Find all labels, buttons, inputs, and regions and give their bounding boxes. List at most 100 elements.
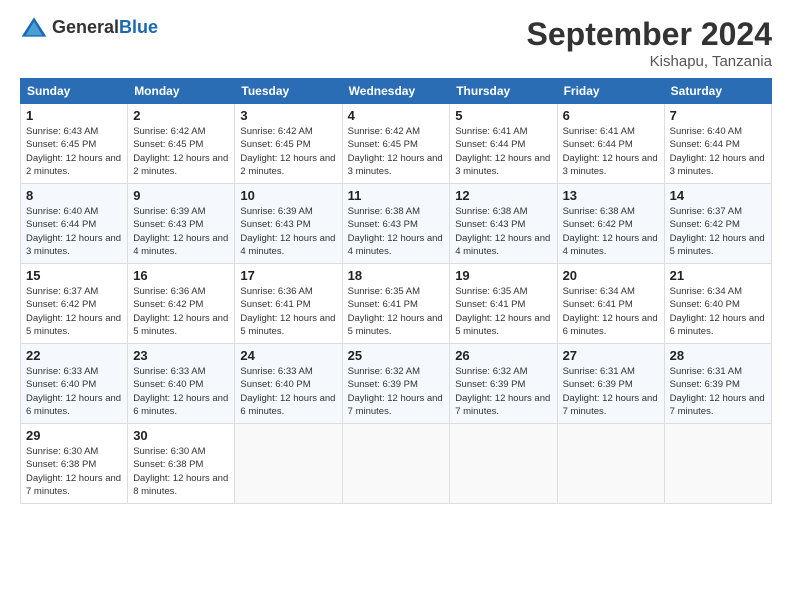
table-row: 19 Sunrise: 6:35 AMSunset: 6:41 PMDayligh… — [450, 264, 557, 344]
logo-general-text: General — [52, 17, 119, 37]
location-title: Kishapu, Tanzania — [527, 53, 772, 70]
day-info: Sunrise: 6:36 AMSunset: 6:41 PMDaylight:… — [240, 286, 335, 337]
calendar-row-2: 8 Sunrise: 6:40 AMSunset: 6:44 PMDaylight… — [21, 184, 772, 264]
logo-blue-text: Blue — [119, 17, 158, 37]
day-number: 27 — [563, 348, 659, 363]
day-info: Sunrise: 6:31 AMSunset: 6:39 PMDaylight:… — [670, 366, 765, 417]
day-info: Sunrise: 6:33 AMSunset: 6:40 PMDaylight:… — [240, 366, 335, 417]
day-info: Sunrise: 6:35 AMSunset: 6:41 PMDaylight:… — [348, 286, 443, 337]
table-row: 30 Sunrise: 6:30 AMSunset: 6:38 PMDayligh… — [128, 424, 235, 504]
day-info: Sunrise: 6:38 AMSunset: 6:43 PMDaylight:… — [455, 206, 550, 257]
table-row: 9 Sunrise: 6:39 AMSunset: 6:43 PMDaylight… — [128, 184, 235, 264]
header-wednesday: Wednesday — [342, 79, 450, 104]
header-tuesday: Tuesday — [235, 79, 342, 104]
day-info: Sunrise: 6:40 AMSunset: 6:44 PMDaylight:… — [670, 126, 765, 177]
day-info: Sunrise: 6:32 AMSunset: 6:39 PMDaylight:… — [455, 366, 550, 417]
day-number: 25 — [348, 348, 445, 363]
table-row: 18 Sunrise: 6:35 AMSunset: 6:41 PMDayligh… — [342, 264, 450, 344]
table-row — [557, 424, 664, 504]
header-thursday: Thursday — [450, 79, 557, 104]
table-row: 24 Sunrise: 6:33 AMSunset: 6:40 PMDayligh… — [235, 344, 342, 424]
table-row — [664, 424, 771, 504]
table-row: 25 Sunrise: 6:32 AMSunset: 6:39 PMDayligh… — [342, 344, 450, 424]
day-number: 8 — [26, 188, 122, 203]
day-number: 26 — [455, 348, 551, 363]
day-info: Sunrise: 6:39 AMSunset: 6:43 PMDaylight:… — [133, 206, 228, 257]
day-number: 4 — [348, 108, 445, 123]
day-number: 30 — [133, 428, 229, 443]
day-info: Sunrise: 6:42 AMSunset: 6:45 PMDaylight:… — [240, 126, 335, 177]
day-info: Sunrise: 6:41 AMSunset: 6:44 PMDaylight:… — [563, 126, 658, 177]
day-info: Sunrise: 6:33 AMSunset: 6:40 PMDaylight:… — [133, 366, 228, 417]
day-info: Sunrise: 6:43 AMSunset: 6:45 PMDaylight:… — [26, 126, 121, 177]
table-row: 6 Sunrise: 6:41 AMSunset: 6:44 PMDaylight… — [557, 104, 664, 184]
logo: GeneralBlue — [20, 16, 158, 38]
day-number: 13 — [563, 188, 659, 203]
day-info: Sunrise: 6:37 AMSunset: 6:42 PMDaylight:… — [26, 286, 121, 337]
day-number: 21 — [670, 268, 766, 283]
header-monday: Monday — [128, 79, 235, 104]
day-info: Sunrise: 6:38 AMSunset: 6:43 PMDaylight:… — [348, 206, 443, 257]
day-info: Sunrise: 6:37 AMSunset: 6:42 PMDaylight:… — [670, 206, 765, 257]
day-info: Sunrise: 6:32 AMSunset: 6:39 PMDaylight:… — [348, 366, 443, 417]
day-number: 3 — [240, 108, 336, 123]
day-info: Sunrise: 6:39 AMSunset: 6:43 PMDaylight:… — [240, 206, 335, 257]
day-number: 29 — [26, 428, 122, 443]
logo-icon — [20, 16, 48, 38]
table-row: 4 Sunrise: 6:42 AMSunset: 6:45 PMDaylight… — [342, 104, 450, 184]
day-number: 2 — [133, 108, 229, 123]
day-info: Sunrise: 6:34 AMSunset: 6:41 PMDaylight:… — [563, 286, 658, 337]
header: GeneralBlue September 2024 Kishapu, Tanz… — [20, 16, 772, 70]
day-info: Sunrise: 6:38 AMSunset: 6:42 PMDaylight:… — [563, 206, 658, 257]
table-row — [342, 424, 450, 504]
calendar-row-5: 29 Sunrise: 6:30 AMSunset: 6:38 PMDayligh… — [21, 424, 772, 504]
day-number: 5 — [455, 108, 551, 123]
day-info: Sunrise: 6:33 AMSunset: 6:40 PMDaylight:… — [26, 366, 121, 417]
calendar-row-4: 22 Sunrise: 6:33 AMSunset: 6:40 PMDayligh… — [21, 344, 772, 424]
header-sunday: Sunday — [21, 79, 128, 104]
table-row: 27 Sunrise: 6:31 AMSunset: 6:39 PMDayligh… — [557, 344, 664, 424]
calendar-row-3: 15Sunrise: 6:37 AMSunset: 6:42 PMDayligh… — [21, 264, 772, 344]
table-row: 13 Sunrise: 6:38 AMSunset: 6:42 PMDayligh… — [557, 184, 664, 264]
table-row: 16Sunrise: 6:36 AMSunset: 6:42 PMDayligh… — [128, 264, 235, 344]
day-number: 24 — [240, 348, 336, 363]
table-row: 14 Sunrise: 6:37 AMSunset: 6:42 PMDayligh… — [664, 184, 771, 264]
table-row: 1 Sunrise: 6:43 AMSunset: 6:45 PMDaylight… — [21, 104, 128, 184]
table-row: 2 Sunrise: 6:42 AMSunset: 6:45 PMDaylight… — [128, 104, 235, 184]
table-row: 26 Sunrise: 6:32 AMSunset: 6:39 PMDayligh… — [450, 344, 557, 424]
table-row: 17 Sunrise: 6:36 AMSunset: 6:41 PMDayligh… — [235, 264, 342, 344]
table-row: 22 Sunrise: 6:33 AMSunset: 6:40 PMDayligh… — [21, 344, 128, 424]
day-info: Sunrise: 6:42 AMSunset: 6:45 PMDaylight:… — [133, 126, 228, 177]
table-row: 5 Sunrise: 6:41 AMSunset: 6:44 PMDaylight… — [450, 104, 557, 184]
table-row: 12Sunrise: 6:38 AMSunset: 6:43 PMDayligh… — [450, 184, 557, 264]
day-number: 28 — [670, 348, 766, 363]
day-info: Sunrise: 6:35 AMSunset: 6:41 PMDaylight:… — [455, 286, 550, 337]
table-row: 3 Sunrise: 6:42 AMSunset: 6:45 PMDaylight… — [235, 104, 342, 184]
table-row: 7Sunrise: 6:40 AMSunset: 6:44 PMDaylight… — [664, 104, 771, 184]
day-info: Sunrise: 6:41 AMSunset: 6:44 PMDaylight:… — [455, 126, 550, 177]
table-row: 21 Sunrise: 6:34 AMSunset: 6:40 PMDayligh… — [664, 264, 771, 344]
day-number: 14 — [670, 188, 766, 203]
month-title: September 2024 — [527, 16, 772, 53]
table-row: 10 Sunrise: 6:39 AMSunset: 6:43 PMDayligh… — [235, 184, 342, 264]
table-row: 28 Sunrise: 6:31 AMSunset: 6:39 PMDayligh… — [664, 344, 771, 424]
day-number: 18 — [348, 268, 445, 283]
day-info: Sunrise: 6:40 AMSunset: 6:44 PMDaylight:… — [26, 206, 121, 257]
day-number: 11 — [348, 188, 445, 203]
weekday-header-row: Sunday Monday Tuesday Wednesday Thursday… — [21, 79, 772, 104]
day-info: Sunrise: 6:31 AMSunset: 6:39 PMDaylight:… — [563, 366, 658, 417]
day-number: 22 — [26, 348, 122, 363]
day-number: 10 — [240, 188, 336, 203]
table-row: 11 Sunrise: 6:38 AMSunset: 6:43 PMDayligh… — [342, 184, 450, 264]
day-number: 1 — [26, 108, 122, 123]
day-info: Sunrise: 6:30 AMSunset: 6:38 PMDaylight:… — [133, 446, 228, 497]
day-number: 19 — [455, 268, 551, 283]
day-info: Sunrise: 6:34 AMSunset: 6:40 PMDaylight:… — [670, 286, 765, 337]
day-number: 17 — [240, 268, 336, 283]
day-number: 6 — [563, 108, 659, 123]
day-number: 23 — [133, 348, 229, 363]
header-saturday: Saturday — [664, 79, 771, 104]
day-info: Sunrise: 6:36 AMSunset: 6:42 PMDaylight:… — [133, 286, 228, 337]
day-info: Sunrise: 6:42 AMSunset: 6:45 PMDaylight:… — [348, 126, 443, 177]
day-number: 9 — [133, 188, 229, 203]
